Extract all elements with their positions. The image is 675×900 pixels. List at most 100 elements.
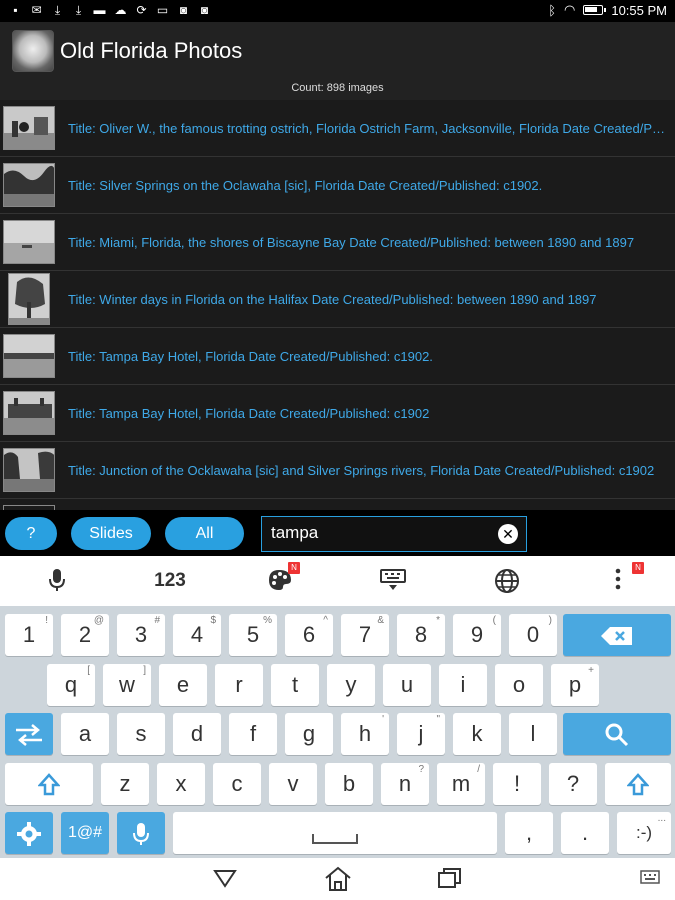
key-v[interactable]: v (269, 763, 317, 805)
key-j[interactable]: j " (397, 713, 445, 755)
home-icon[interactable] (323, 866, 353, 892)
key-x[interactable]: x (157, 763, 205, 805)
key-p[interactable]: p + (551, 664, 599, 706)
system-icons: ᛒ ◠ 10:55 PM (548, 2, 667, 18)
slides-button[interactable]: Slides (71, 517, 151, 550)
search-icon (605, 723, 629, 747)
camera-icon: ◙ (200, 3, 209, 17)
photo-title: Title: Tampa Bay Hotel, Florida Date Cre… (68, 406, 430, 421)
emoticon-key[interactable]: :-)... (617, 812, 671, 854)
voice-input-key[interactable] (117, 812, 165, 854)
key-w[interactable]: w] (103, 664, 151, 706)
key-g[interactable]: g (285, 713, 333, 755)
theme-palette-icon[interactable]: N (264, 562, 300, 594)
key-u[interactable]: u (383, 664, 431, 706)
key-exclamation[interactable]: ! (493, 763, 541, 805)
sync-icon: ⟳ (136, 3, 147, 17)
photo-thumbnail (8, 273, 50, 325)
list-item[interactable]: Title: Oliver W., the famous trotting os… (0, 100, 675, 157)
key-4[interactable]: 4 $ (173, 614, 221, 656)
key-7[interactable]: 7 & (341, 614, 389, 656)
tab-switch-button[interactable] (5, 713, 53, 755)
key-l[interactable]: l (509, 713, 557, 755)
search-key[interactable] (563, 713, 671, 755)
key-2[interactable]: 2 @ (61, 614, 109, 656)
photo-thumbnail (3, 505, 55, 510)
shift-icon (626, 773, 650, 796)
key-period[interactable]: . (561, 812, 609, 854)
search-input[interactable]: tampa ✕ (261, 516, 527, 552)
backspace-button[interactable] (563, 614, 671, 656)
key-z[interactable]: z (101, 763, 149, 805)
key-s[interactable]: s (117, 713, 165, 755)
photo-title: Title: Oliver W., the famous trotting os… (68, 121, 671, 136)
space-bar[interactable] (173, 812, 497, 854)
app-title: Old Florida Photos (60, 38, 243, 63)
status-bar: ▪ ✉ ⤓ ⤓ ▬ ☁ ⟳ ▭ ◙ ◙ ᛒ ◠ 10:55 PM (0, 0, 675, 22)
sim-icon: ▪ (13, 3, 18, 17)
app-logo (12, 30, 54, 72)
help-button[interactable]: ? (5, 517, 57, 550)
key-o[interactable]: o (495, 664, 543, 706)
clear-search-icon[interactable]: ✕ (498, 524, 518, 544)
recent-apps-icon[interactable] (436, 866, 466, 892)
key-y[interactable]: y (327, 664, 375, 706)
key-c[interactable]: c (213, 763, 261, 805)
key-n[interactable]: n? (381, 763, 429, 805)
keyboard-toolbar: 123 N N (0, 556, 675, 606)
all-button[interactable]: All (165, 517, 244, 550)
settings-key[interactable] (5, 812, 53, 854)
key-d[interactable]: d (173, 713, 221, 755)
microphone-icon[interactable] (42, 568, 72, 594)
key-8[interactable]: 8 * (397, 614, 445, 656)
key-question[interactable]: ? (549, 763, 597, 805)
cloud-icon: ☁ (114, 3, 127, 17)
on-screen-keyboard: 1! 2 @ 3 # 4 $ 5% 6 ^ 7 & 8 * 9( 0) q[ w] e r … (0, 606, 675, 858)
keyboard-switch-icon[interactable] (640, 870, 660, 886)
shift-left-button[interactable] (5, 763, 93, 805)
language-globe-icon[interactable] (490, 568, 524, 594)
key-f[interactable]: f (229, 713, 277, 755)
photo-title: Title: Miami, Florida, the shores of Bis… (68, 235, 635, 250)
shift-right-button[interactable] (605, 763, 671, 805)
shift-icon (37, 773, 61, 796)
key-i[interactable]: i (439, 664, 487, 706)
download-icon: ⤓ (75, 3, 82, 17)
numbers-key[interactable]: 123 (140, 568, 200, 594)
key-b[interactable]: b (325, 763, 373, 805)
keyboard-hide-icon[interactable] (376, 568, 410, 594)
key-t[interactable]: t (271, 664, 319, 706)
photo-list[interactable]: Title: Oliver W., the famous trotting os… (0, 100, 675, 510)
app-header: Old Florida Photos (0, 22, 675, 78)
key-3[interactable]: 3 # (117, 614, 165, 656)
navigation-bar (0, 858, 675, 900)
key-h[interactable]: h ' (341, 713, 389, 755)
email-icon: ✉ (31, 3, 42, 17)
more-options-icon[interactable]: N (608, 562, 644, 594)
photo-title: Title: Junction of the Ocklawaha [sic] a… (68, 463, 655, 478)
list-item[interactable] (0, 499, 675, 510)
photo-title: Title: Silver Springs on the Oclawaha [s… (68, 178, 543, 193)
key-9[interactable]: 9( (453, 614, 501, 656)
key-a[interactable]: a (61, 713, 109, 755)
list-item[interactable]: Title: Tampa Bay Hotel, Florida Date Cre… (0, 385, 675, 442)
list-item[interactable]: Title: Junction of the Ocklawaha [sic] a… (0, 442, 675, 499)
folder-icon: ▭ (156, 3, 169, 17)
key-comma[interactable]: , (505, 812, 553, 854)
list-item[interactable]: Title: Miami, Florida, the shores of Bis… (0, 214, 675, 271)
back-icon[interactable] (212, 866, 242, 892)
symbols-key[interactable]: 1@# (61, 812, 109, 854)
key-5[interactable]: 5% (229, 614, 277, 656)
list-item[interactable]: Title: Winter days in Florida on the Hal… (0, 271, 675, 328)
key-1[interactable]: 1! (5, 614, 53, 656)
key-q[interactable]: q[ (47, 664, 95, 706)
list-item[interactable]: Title: Tampa Bay Hotel, Florida Date Cre… (0, 328, 675, 385)
list-item[interactable]: Title: Silver Springs on the Oclawaha [s… (0, 157, 675, 214)
key-k[interactable]: k (453, 713, 501, 755)
key-e[interactable]: e (159, 664, 207, 706)
key-0[interactable]: 0) (509, 614, 557, 656)
key-r[interactable]: r (215, 664, 263, 706)
key-m[interactable]: m / (437, 763, 485, 805)
photo-thumbnail (3, 220, 55, 264)
key-6[interactable]: 6 ^ (285, 614, 333, 656)
